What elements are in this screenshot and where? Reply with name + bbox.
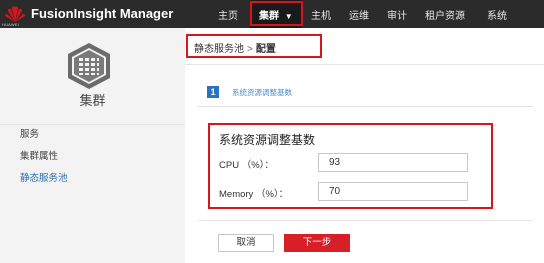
sidebar-title: 集群 xyxy=(79,93,106,108)
sidebar-item-cluster-properties[interactable]: 集群属性 xyxy=(20,148,58,162)
cluster-icon xyxy=(68,43,110,89)
step-label: 系统资源调整基数 xyxy=(232,88,292,97)
nav-item-om[interactable]: 运维 xyxy=(349,7,369,22)
highlight-frame-nav xyxy=(250,1,303,26)
step-number-badge: 1 xyxy=(207,86,219,98)
sidebar-divider xyxy=(0,124,185,125)
sidebar-item-services[interactable]: 服务 xyxy=(20,126,39,140)
nav-item-hosts[interactable]: 主机 xyxy=(311,7,331,22)
breadcrumb-divider xyxy=(185,64,544,65)
actions-divider xyxy=(198,220,533,221)
nav-item-audit[interactable]: 审计 xyxy=(387,7,407,22)
app-title: FusionInsight Manager xyxy=(31,6,174,21)
sidebar: 集群 服务 集群属性 静态服务池 xyxy=(0,28,185,263)
panel-title: 系统资源调整基数 xyxy=(219,133,316,147)
huawei-logo-icon xyxy=(5,6,25,22)
nav-item-tenant[interactable]: 租户资源 xyxy=(425,7,465,22)
step-divider xyxy=(198,106,533,107)
next-step-button[interactable]: 下一步 xyxy=(284,234,350,252)
cpu-percent-input[interactable] xyxy=(318,153,468,172)
nav-item-home[interactable]: 主页 xyxy=(218,7,238,22)
cancel-button[interactable]: 取消 xyxy=(218,234,274,252)
logo-caption: HUAWEI xyxy=(2,22,20,27)
highlight-frame-breadcrumb xyxy=(186,34,322,58)
sidebar-item-static-service-pool[interactable]: 静态服务池 xyxy=(20,170,68,184)
memory-percent-input[interactable] xyxy=(318,182,468,201)
cpu-label: CPU （%）： xyxy=(219,160,274,171)
memory-label: Memory （%）： xyxy=(219,189,289,200)
nav-item-system[interactable]: 系统 xyxy=(487,7,507,22)
